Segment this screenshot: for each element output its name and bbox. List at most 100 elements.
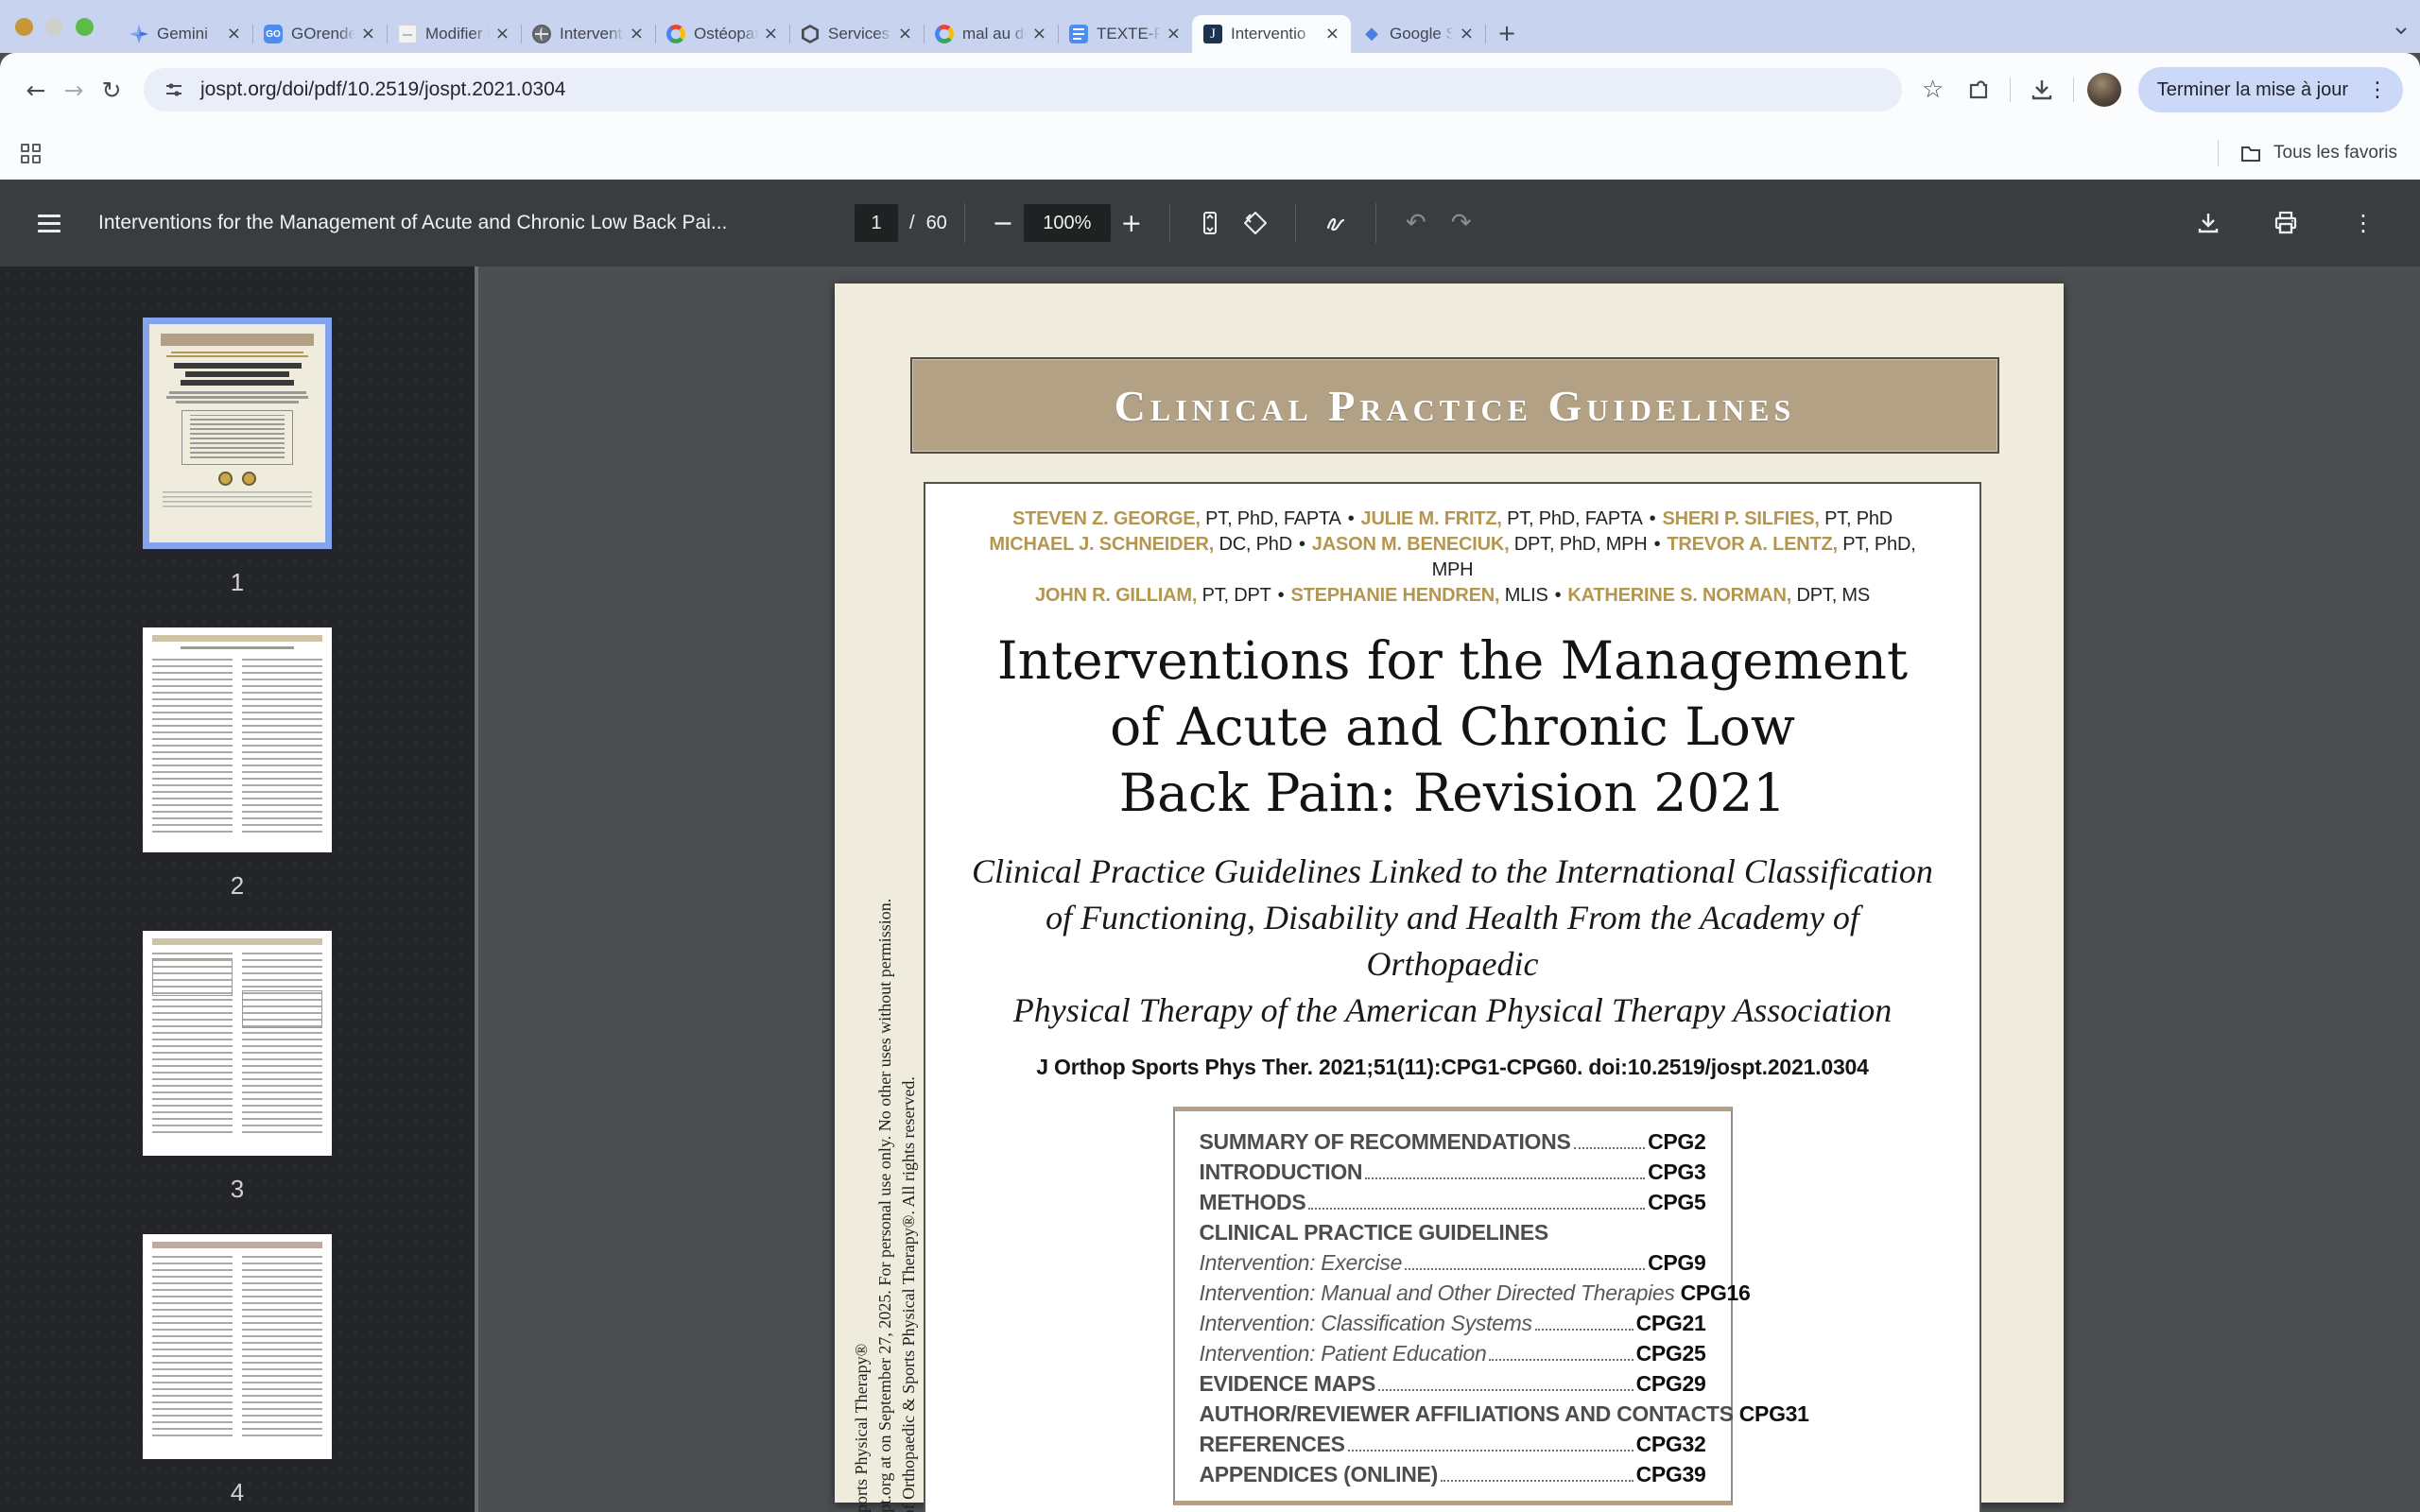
- toc-row[interactable]: APPENDICES (ONLINE) CPG39: [1200, 1459, 1706, 1489]
- update-chrome-button[interactable]: Terminer la mise à jour ⋮: [2137, 67, 2403, 112]
- tab-close-icon[interactable]: ×: [1322, 25, 1343, 43]
- tab-osteopath[interactable]: Ostéopathi ×: [655, 15, 790, 53]
- zoom-in-button[interactable]: +: [1111, 209, 1152, 238]
- back-button[interactable]: ←: [17, 71, 55, 109]
- toc-row[interactable]: REFERENCES CPG32: [1200, 1429, 1706, 1459]
- author-separator: •: [1554, 585, 1562, 606]
- authors-line-1: STEVEN Z. GEORGE, PT, PhD, FAPTA • JULIE M…: [967, 507, 1938, 532]
- toc-label: CLINICAL PRACTICE GUIDELINES: [1199, 1220, 1549, 1245]
- jospt-j-icon: J: [1203, 25, 1222, 43]
- tab-interventions-active[interactable]: J Interventio ×: [1192, 15, 1351, 53]
- tab-close-icon[interactable]: ×: [1456, 25, 1478, 43]
- pdf-menu-icon[interactable]: [26, 200, 72, 246]
- toc-row[interactable]: SUMMARY OF RECOMMENDATIONS CPG2: [1200, 1126, 1706, 1157]
- tab-texte-fil[interactable]: TEXTE-FIL ×: [1058, 15, 1193, 53]
- tab-services[interactable]: Services fi ×: [789, 15, 925, 53]
- print-icon[interactable]: [2263, 200, 2308, 246]
- extensions-icon[interactable]: [1961, 72, 1996, 108]
- tab-close-icon[interactable]: ×: [1163, 25, 1184, 43]
- address-bar[interactable]: jospt.org/doi/pdf/10.2519/jospt.2021.030…: [144, 68, 1902, 112]
- tab-close-icon[interactable]: ×: [492, 25, 513, 43]
- author-credentials: MLIS: [1499, 585, 1548, 606]
- toc-leader: [1534, 1329, 1634, 1331]
- tab-close-icon[interactable]: ×: [760, 25, 782, 43]
- toc-row[interactable]: Intervention: Manual and Other Directed …: [1200, 1278, 1751, 1308]
- all-bookmarks[interactable]: Tous les favoris: [2214, 140, 2397, 166]
- thumb-line: [181, 380, 294, 386]
- tab-close-icon[interactable]: ×: [626, 25, 648, 43]
- article-subtitle-line: of Functioning, Disability and Health Fr…: [1046, 899, 1859, 983]
- toc-label: EVIDENCE MAPS: [1199, 1371, 1376, 1396]
- forward-button[interactable]: →: [55, 71, 93, 109]
- article-subtitle-line: Physical Therapy of the American Physica…: [1012, 991, 1893, 1029]
- thumbnail-page-2[interactable]: [143, 627, 332, 852]
- toc-page: CPG2: [1648, 1129, 1706, 1154]
- pdf-toolbar-divider: [1374, 203, 1376, 243]
- rotate-icon[interactable]: [1233, 200, 1278, 246]
- thumbnail-sidebar[interactable]: 1 2 3 4: [0, 266, 478, 1512]
- downloads-icon[interactable]: [2024, 72, 2060, 108]
- page-number-input[interactable]: 1: [855, 204, 898, 242]
- toc-row[interactable]: Intervention: Exercise CPG9: [1200, 1247, 1706, 1278]
- article-title-line: of Acute and Chronic Low: [1110, 696, 1795, 757]
- tab-mal-au-dos[interactable]: mal au dos ×: [924, 15, 1059, 53]
- bookmark-star-icon[interactable]: ☆: [1915, 72, 1951, 108]
- bookmarks-divider: [2218, 140, 2220, 166]
- author-name: STEPHANIE HENDREN,: [1290, 585, 1500, 606]
- tab-modifier[interactable]: Modifier la ×: [387, 15, 522, 53]
- redo-icon[interactable]: ↷: [1439, 200, 1484, 246]
- copyright-vertical-text: Journal of Orthopaedic & Sports Physical…: [850, 558, 921, 1512]
- tab-google-scholar[interactable]: ◆ Google Sc ×: [1351, 15, 1486, 53]
- pdf-toolbar-divider: [1168, 203, 1170, 243]
- undo-icon[interactable]: ↶: [1393, 200, 1439, 246]
- thumbnail-page-3[interactable]: [143, 931, 332, 1156]
- pdf-download-icon[interactable]: [2186, 200, 2231, 246]
- tab-search-chevron-icon[interactable]: [2392, 21, 2411, 40]
- tab-interventions-globe[interactable]: Interventio ×: [521, 15, 656, 53]
- profile-avatar[interactable]: [2086, 73, 2121, 107]
- zoom-out-button[interactable]: −: [982, 209, 1024, 238]
- zoom-level-input[interactable]: 100%: [1023, 204, 1111, 242]
- site-settings-icon[interactable]: [163, 78, 185, 101]
- toc-row[interactable]: Intervention: Patient Education CPG25: [1200, 1338, 1706, 1368]
- toc-label: SUMMARY OF RECOMMENDATIONS: [1199, 1129, 1571, 1154]
- pdf-page-area[interactable]: Clinical Practice Guidelines STEVEN Z. G…: [478, 266, 2420, 1512]
- thumb-line: [166, 355, 308, 357]
- author-name: JULIE M. FRITZ,: [1360, 508, 1502, 529]
- thumb-columns: [143, 1248, 332, 1449]
- thumb-header: [152, 938, 322, 945]
- thumbnail-page-label: 3: [230, 1175, 245, 1203]
- tab-close-icon[interactable]: ×: [357, 25, 379, 43]
- thumbnail-page-1[interactable]: [143, 318, 332, 549]
- tab-gemini[interactable]: Gemini ×: [118, 15, 253, 53]
- thumb-line: [181, 646, 294, 649]
- reload-button[interactable]: ↻: [93, 71, 130, 109]
- toc-page: CPG3: [1648, 1160, 1706, 1184]
- tab-gorendezvous[interactable]: GO GOrendezv ×: [252, 15, 388, 53]
- apps-grid-icon[interactable]: [21, 143, 41, 163]
- window-zoom-button[interactable]: [76, 17, 94, 36]
- url-text[interactable]: jospt.org/doi/pdf/10.2519/jospt.2021.030…: [200, 78, 565, 101]
- toc-row[interactable]: INTRODUCTION CPG3: [1200, 1157, 1706, 1187]
- toc-row[interactable]: CLINICAL PRACTICE GUIDELINES: [1200, 1217, 1706, 1247]
- author-separator: •: [1298, 534, 1305, 555]
- author-credentials: PT, PhD, FAPTA: [1200, 508, 1341, 529]
- pdf-more-icon[interactable]: ⋮: [2341, 200, 2386, 246]
- author-separator: •: [1653, 534, 1661, 555]
- fit-to-page-icon[interactable]: [1187, 200, 1233, 246]
- browser-menu-icon[interactable]: ⋮: [2360, 78, 2395, 102]
- page-icon: [398, 25, 417, 43]
- toc-row[interactable]: METHODS CPG5: [1200, 1187, 1706, 1217]
- tab-close-icon[interactable]: ×: [223, 25, 245, 43]
- tab-close-icon[interactable]: ×: [894, 25, 916, 43]
- new-tab-button[interactable]: +: [1491, 17, 1523, 49]
- toc-row[interactable]: AUTHOR/REVIEWER AFFILIATIONS AND CONTACT…: [1200, 1399, 1809, 1429]
- thumbnail-page-4[interactable]: [143, 1234, 332, 1459]
- page-count: 60: [925, 212, 947, 233]
- window-close-button[interactable]: [15, 17, 33, 36]
- toc-row[interactable]: Intervention: Classification Systems CPG2…: [1200, 1308, 1706, 1338]
- annotate-pen-icon[interactable]: [1313, 200, 1358, 246]
- window-minimize-button[interactable]: [45, 17, 63, 36]
- tab-close-icon[interactable]: ×: [1028, 25, 1050, 43]
- toc-row[interactable]: EVIDENCE MAPS CPG29: [1200, 1368, 1706, 1399]
